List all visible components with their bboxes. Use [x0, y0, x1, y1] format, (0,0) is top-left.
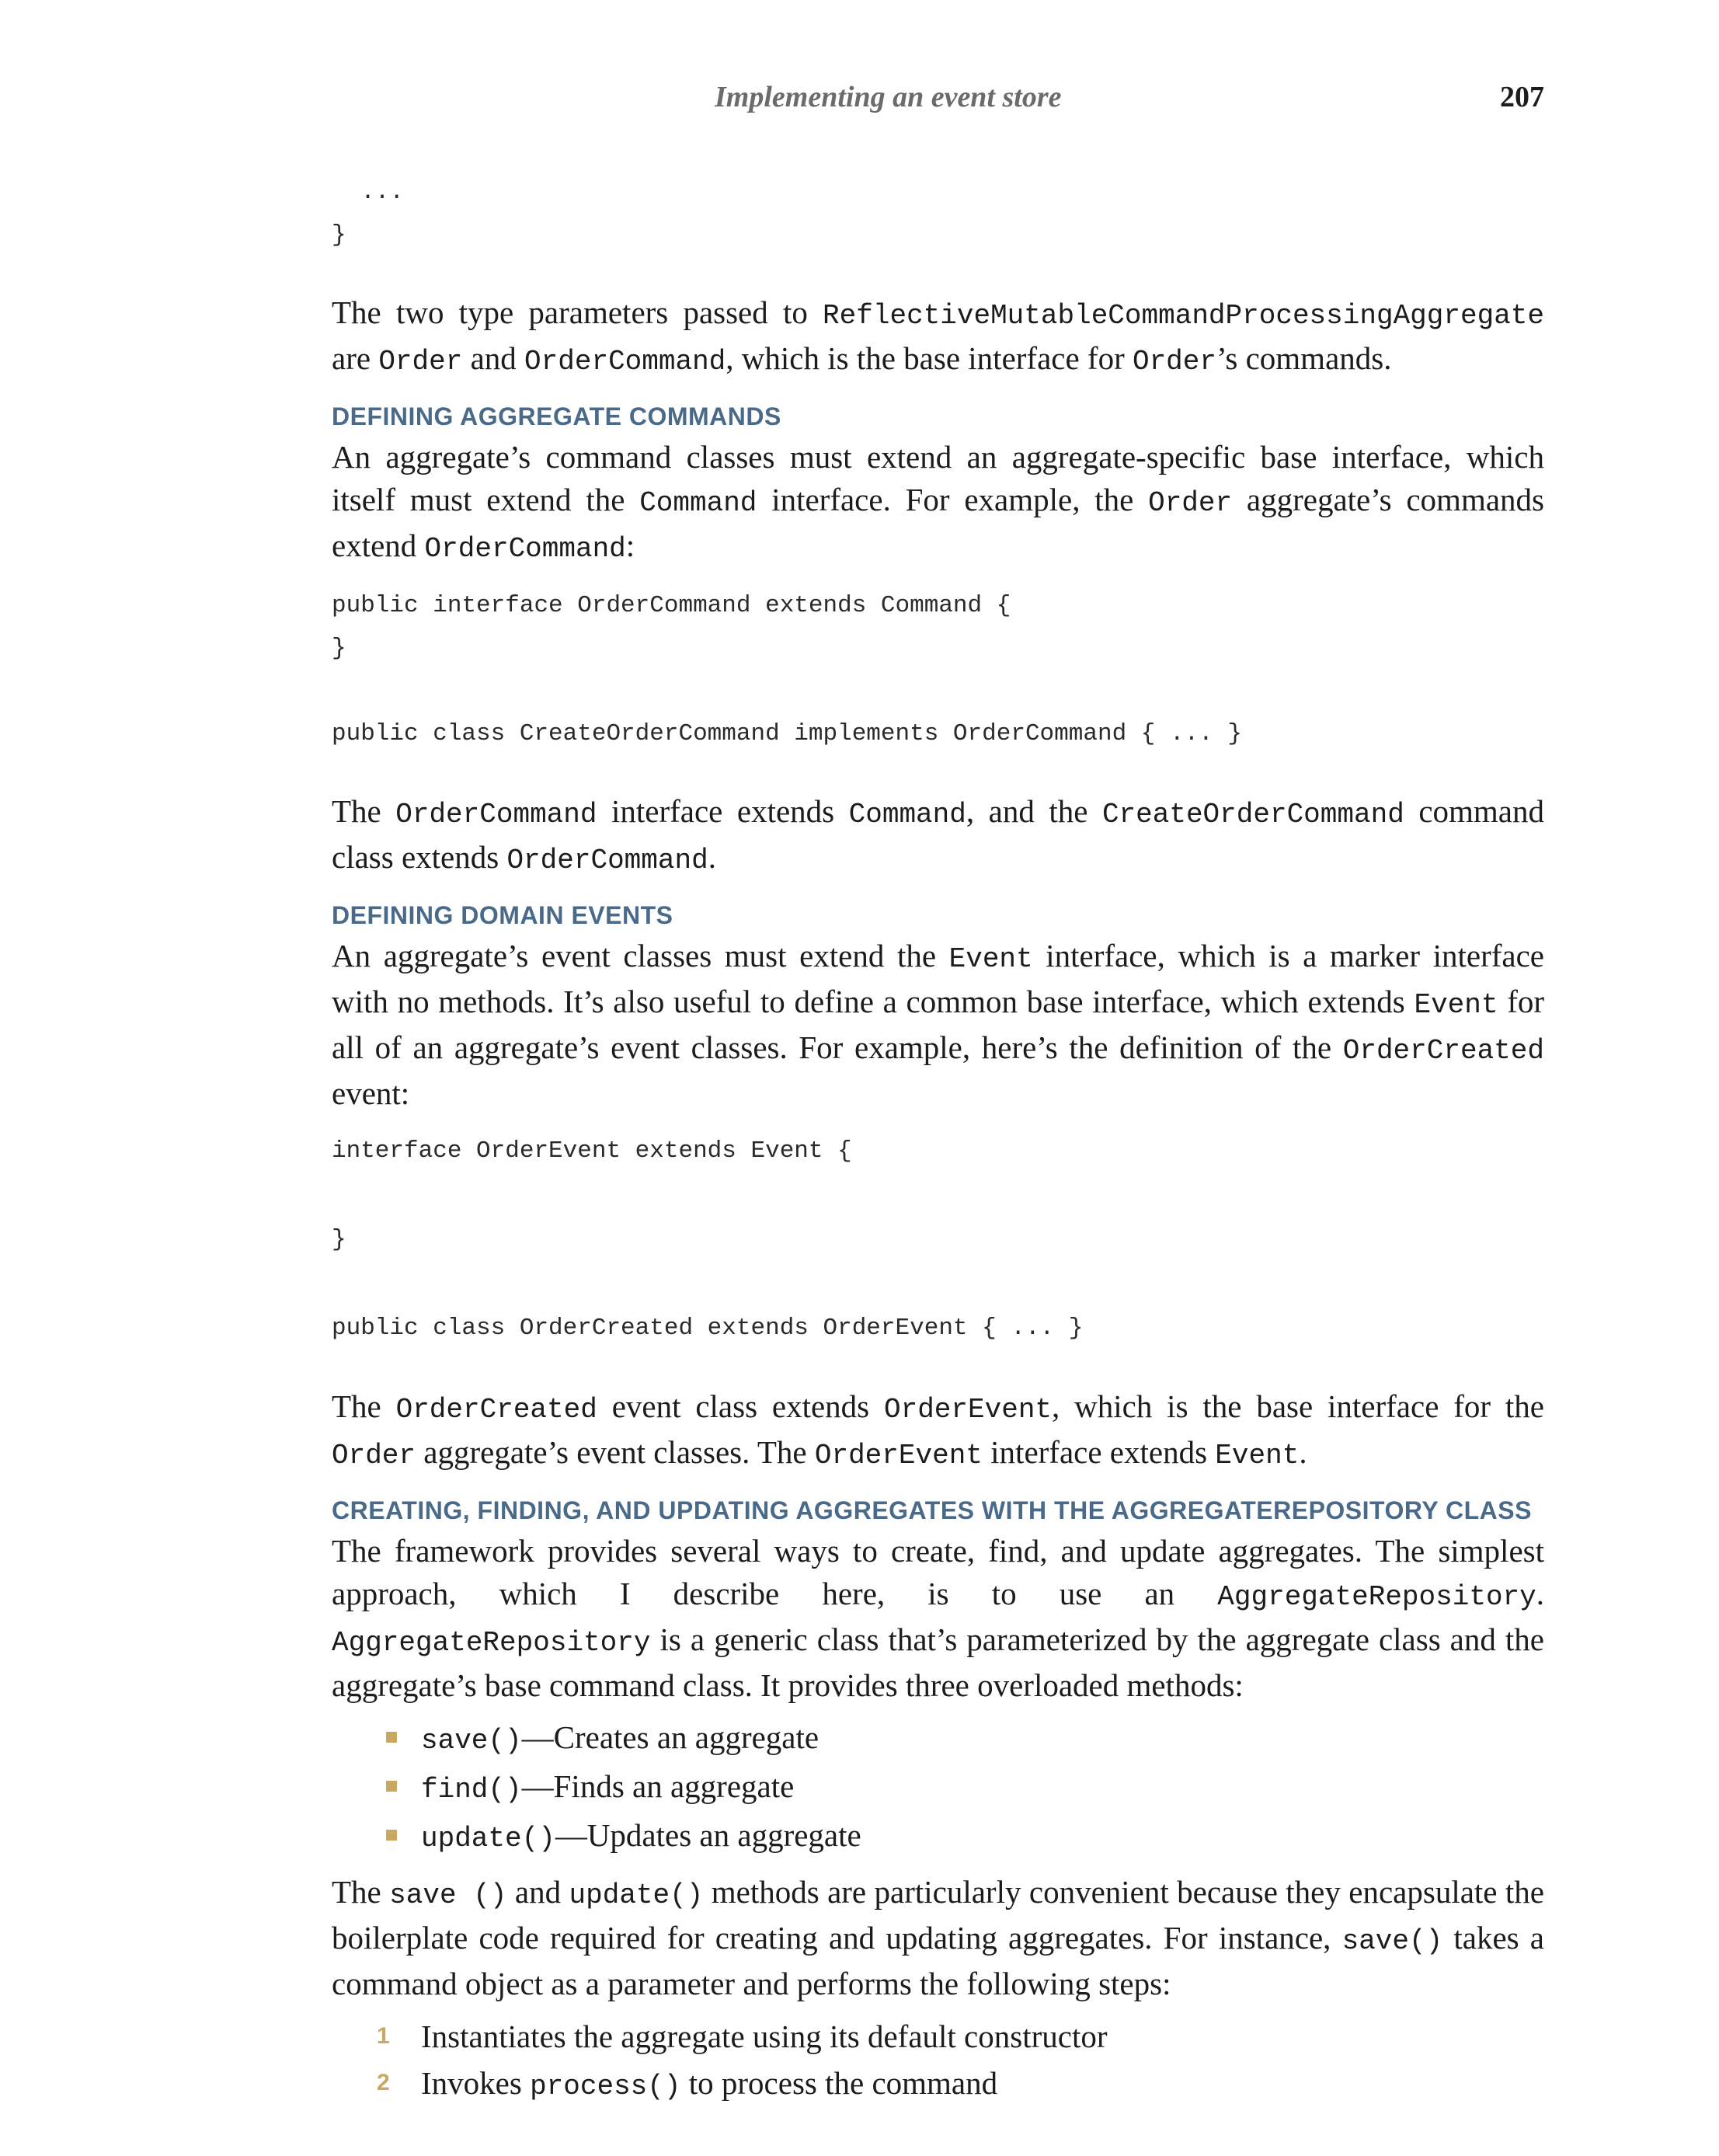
paragraph-save-update: The save () and update() methods are par…: [332, 1874, 1544, 2001]
code-block-order-event: interface OrderEvent extends Event { } p…: [332, 1137, 1084, 1342]
list-item: find()—Finds an aggregate: [386, 1764, 1544, 1813]
step-number: 1: [377, 2023, 390, 2049]
code-block-fragment: ... }: [332, 179, 405, 249]
paragraph-aggregate-commands: An aggregate’s command classes must exte…: [332, 439, 1544, 565]
list-item: 2 Invokes process() to process the comman…: [377, 2060, 1544, 2110]
list-item: 1 Instantiates the aggregate using its de…: [377, 2013, 1544, 2060]
list-item: update()—Updates an aggregate: [386, 1813, 1544, 1862]
bullet-icon: [386, 1732, 397, 1743]
paragraph-type-parameters: The two type parameters passed to Reflec…: [332, 294, 1544, 378]
section-heading-domain-events: Defining domain events: [332, 901, 673, 929]
step-number: 2: [377, 2070, 390, 2095]
page-content: ... } The two type parameters passed to …: [332, 155, 1544, 2110]
paragraph-order-created: The OrderCreated event class extends Ord…: [332, 1388, 1544, 1472]
paragraph-order-command: The OrderCommand interface extends Comma…: [332, 793, 1544, 876]
bullet-icon: [386, 1781, 397, 1792]
list-item: save()—Creates an aggregate: [386, 1715, 1544, 1764]
paragraph-aggregate-repository: The framework provides several ways to c…: [332, 1533, 1544, 1703]
running-head-title: Implementing an event store: [715, 81, 1062, 113]
bullet-icon: [386, 1830, 397, 1841]
book-page: Implementing an event store 207 ... } Th…: [0, 0, 1719, 2156]
section-heading-aggregate-repository: Creating, finding, and updating aggregat…: [332, 1496, 1532, 1524]
steps-list: 1 Instantiates the aggregate using its de…: [332, 2013, 1544, 2110]
paragraph-domain-events: An aggregate’s event classes must extend…: [332, 938, 1545, 1111]
page-number: 207: [1500, 81, 1544, 113]
section-heading-aggregate-commands: Defining aggregate commands: [332, 402, 781, 430]
code-block-order-command: public interface OrderCommand extends Co…: [332, 592, 1242, 747]
method-list: save()—Creates an aggregate find()—Finds…: [332, 1715, 1544, 1862]
